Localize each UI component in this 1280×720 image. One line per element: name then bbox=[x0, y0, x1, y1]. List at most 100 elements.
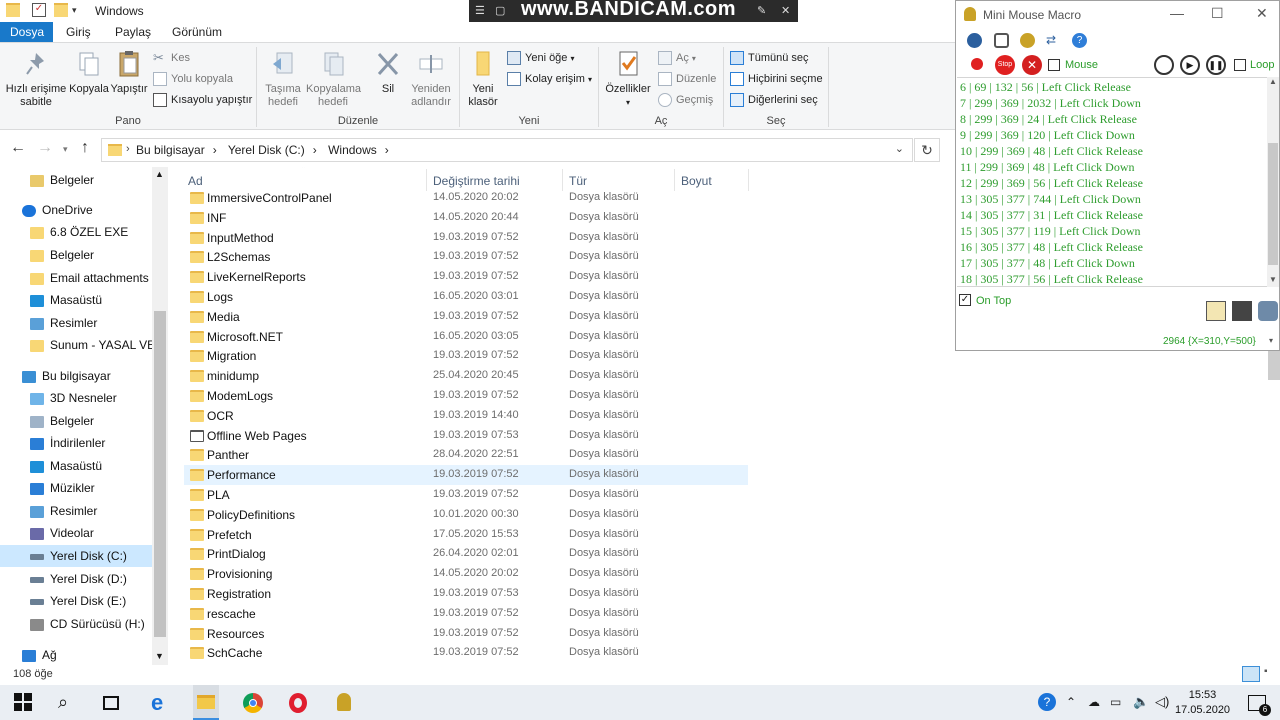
pause-icon[interactable]: ❚❚ bbox=[1206, 55, 1226, 75]
cloud-icon[interactable]: ☁ bbox=[1088, 693, 1108, 713]
tab-view[interactable]: Görünüm bbox=[162, 22, 232, 42]
large-icons-view-icon[interactable]: ▪ bbox=[1264, 666, 1278, 682]
file-row[interactable]: Panther 28.04.2020 22:51 Dosya klasörü bbox=[184, 445, 748, 465]
volume-icon[interactable]: 🔈 bbox=[1133, 693, 1153, 713]
file-row[interactable]: INF 14.05.2020 20:44 Dosya klasörü bbox=[184, 208, 748, 228]
tab-file[interactable]: Dosya bbox=[0, 22, 53, 42]
macro-event-log[interactable]: 6 | 69 | 132 | 56 | Left Click Release 7 … bbox=[957, 77, 1267, 287]
file-row[interactable]: Offline Web Pages 19.03.2019 07:53 Dosya k… bbox=[184, 426, 748, 446]
scrollbar-thumb[interactable] bbox=[154, 311, 166, 637]
move-to-button[interactable]: Taşıma hedefi bbox=[260, 49, 306, 109]
properties-check-icon[interactable]: ✓ bbox=[32, 3, 46, 17]
nav-item[interactable]: 3D Nesneler bbox=[30, 387, 117, 409]
tray-chevron-up-icon[interactable]: ⌃ bbox=[1066, 693, 1086, 713]
column-header-date[interactable]: Değiştirme tarihi bbox=[433, 174, 520, 188]
nav-item-network[interactable]: Ağ bbox=[22, 644, 57, 665]
file-explorer-icon[interactable] bbox=[193, 685, 219, 720]
address-dropdown-icon[interactable]: ⌄ bbox=[895, 142, 904, 155]
select-none-button[interactable]: Hiçbirini seçme bbox=[730, 70, 823, 88]
delete-button[interactable]: Sil bbox=[368, 49, 408, 96]
forward-arrow-icon[interactable]: → bbox=[37, 139, 53, 157]
opera-icon[interactable] bbox=[289, 693, 307, 713]
windows-start-icon[interactable] bbox=[14, 693, 34, 713]
tab-home[interactable]: Giriş bbox=[56, 22, 101, 42]
rename-button[interactable]: Yeniden adlandır bbox=[406, 49, 456, 109]
notification-center-icon[interactable]: 6 bbox=[1248, 695, 1271, 716]
nav-item[interactable]: Yerel Disk (E:) bbox=[30, 590, 126, 612]
new-folder-icon[interactable] bbox=[54, 3, 68, 17]
scroll-down-icon[interactable]: ▼ bbox=[1269, 275, 1277, 284]
scroll-up-icon[interactable]: ▲ bbox=[155, 169, 164, 179]
copy-button[interactable]: Kopyala bbox=[68, 49, 110, 96]
file-row[interactable]: Prefetch 17.05.2020 15:53 Dosya klasörü bbox=[184, 525, 748, 545]
tab-share[interactable]: Paylaş bbox=[105, 22, 161, 42]
record-icon[interactable] bbox=[971, 58, 983, 70]
file-row[interactable]: PrintDialog 26.04.2020 02:01 Dosya klasörü bbox=[184, 544, 748, 564]
scroll-up-icon[interactable]: ▲ bbox=[1269, 77, 1277, 86]
nav-item[interactable]: Belgeler bbox=[30, 169, 94, 191]
play-icon[interactable]: ▶ bbox=[1180, 55, 1200, 75]
nav-item[interactable]: Sunum - YASAL VE Y bbox=[30, 334, 166, 356]
exchange-arrows-icon[interactable]: ⇄ bbox=[1046, 33, 1061, 48]
nav-item[interactable]: Resimler bbox=[30, 312, 97, 334]
breadcrumb-item[interactable]: Yerel Disk (C:) bbox=[228, 143, 305, 157]
volume-speaker-icon[interactable]: ◁) bbox=[1155, 693, 1175, 713]
address-bar[interactable]: › Bu bilgisayar › Yerel Disk (C:) › Window… bbox=[101, 138, 913, 162]
edit-macro-icon[interactable] bbox=[1206, 301, 1226, 321]
scrollbar-thumb[interactable] bbox=[1268, 143, 1278, 265]
pen-icon[interactable]: ✎ bbox=[757, 4, 766, 17]
file-row[interactable]: Performance 19.03.2019 07:52 Dosya klasörü bbox=[184, 465, 748, 485]
coords-dropdown-icon[interactable]: ▾ bbox=[1269, 336, 1273, 345]
file-row[interactable]: Microsoft.NET 16.05.2020 03:05 Dosya klasö… bbox=[184, 327, 748, 347]
stop-record-icon[interactable]: Stop bbox=[995, 55, 1015, 75]
nav-item[interactable]: Belgeler bbox=[30, 410, 94, 432]
column-header-name[interactable]: Ad bbox=[188, 174, 203, 188]
nav-item[interactable]: Resimler bbox=[30, 500, 97, 522]
nav-item[interactable]: 6.8 ÖZEL EXE bbox=[30, 221, 128, 243]
file-row[interactable]: OCR 19.03.2019 14:40 Dosya klasörü bbox=[184, 406, 748, 426]
cut-button[interactable]: ✂ Kes bbox=[153, 49, 190, 67]
pin-quick-access-button[interactable]: Hızlı erişime sabitle bbox=[4, 49, 68, 109]
file-row[interactable]: ModemLogs 19.03.2019 07:52 Dosya klasörü bbox=[184, 386, 748, 406]
maximize-icon[interactable]: ☐ bbox=[1211, 5, 1224, 22]
nav-item[interactable]: İndirilenler bbox=[30, 432, 105, 454]
file-row[interactable]: L2Schemas 19.03.2019 07:52 Dosya klasörü bbox=[184, 247, 748, 267]
close-icon[interactable]: ✕ bbox=[781, 4, 790, 17]
column-separator[interactable] bbox=[748, 169, 749, 191]
file-row[interactable]: Provisioning 14.05.2020 20:02 Dosya klasör… bbox=[184, 564, 748, 584]
settings-icon[interactable] bbox=[994, 33, 1009, 48]
mouse-checkbox[interactable] bbox=[1048, 59, 1060, 71]
home-icon[interactable] bbox=[967, 33, 982, 48]
mini-mouse-macro-taskbar-icon[interactable] bbox=[337, 693, 351, 711]
on-top-checkbox[interactable]: ✓ bbox=[959, 294, 971, 306]
help-icon[interactable]: ? bbox=[1072, 33, 1087, 48]
minimize-icon[interactable]: — bbox=[1170, 5, 1184, 21]
recent-dropdown-icon[interactable]: ▾ bbox=[63, 144, 68, 155]
file-row[interactable]: ImmersiveControlPanel 14.05.2020 20:02 Dos… bbox=[184, 188, 748, 208]
breadcrumb-item[interactable]: Windows bbox=[328, 143, 377, 157]
task-view-icon[interactable] bbox=[103, 696, 119, 710]
file-row[interactable]: Registration 19.03.2019 07:53 Dosya klasör… bbox=[184, 584, 748, 604]
paste-button[interactable]: Yapıştır bbox=[110, 49, 148, 96]
easy-access-button[interactable]: Kolay erişim ▾ bbox=[507, 70, 592, 88]
paste-shortcut-button[interactable]: Kısayolu yapıştır bbox=[153, 91, 252, 109]
copy-path-button[interactable]: Yolu kopyala bbox=[153, 70, 233, 88]
select-all-button[interactable]: Tümünü seç bbox=[730, 49, 809, 67]
nav-item-selected[interactable]: Yerel Disk (C:) bbox=[0, 545, 152, 567]
breadcrumb-item[interactable]: Bu bilgisayar bbox=[136, 143, 205, 157]
file-row[interactable]: PLA 19.03.2019 07:52 Dosya klasörü bbox=[184, 485, 748, 505]
edge-browser-icon[interactable]: e bbox=[151, 692, 171, 714]
save-icon[interactable] bbox=[1232, 301, 1252, 321]
new-folder-button[interactable]: Yeni klasör bbox=[463, 49, 503, 109]
nav-item[interactable]: Masaüstü bbox=[30, 455, 102, 477]
macro-icon[interactable] bbox=[1020, 33, 1035, 48]
nav-item-this-pc[interactable]: Bu bilgisayar bbox=[22, 365, 111, 387]
load-icon[interactable] bbox=[1258, 301, 1278, 321]
nav-item[interactable]: Yerel Disk (D:) bbox=[30, 568, 127, 590]
file-row[interactable]: rescache 19.03.2019 07:52 Dosya klasörü bbox=[184, 604, 748, 624]
new-item-button[interactable]: Yeni öğe ▾ bbox=[507, 49, 575, 67]
quick-access-dropdown-icon[interactable]: ▾ bbox=[72, 5, 86, 19]
open-button[interactable]: Aç ▾ bbox=[658, 49, 696, 67]
column-header-size[interactable]: Boyut bbox=[681, 174, 712, 188]
file-row[interactable]: Media 19.03.2019 07:52 Dosya klasörü bbox=[184, 307, 748, 327]
